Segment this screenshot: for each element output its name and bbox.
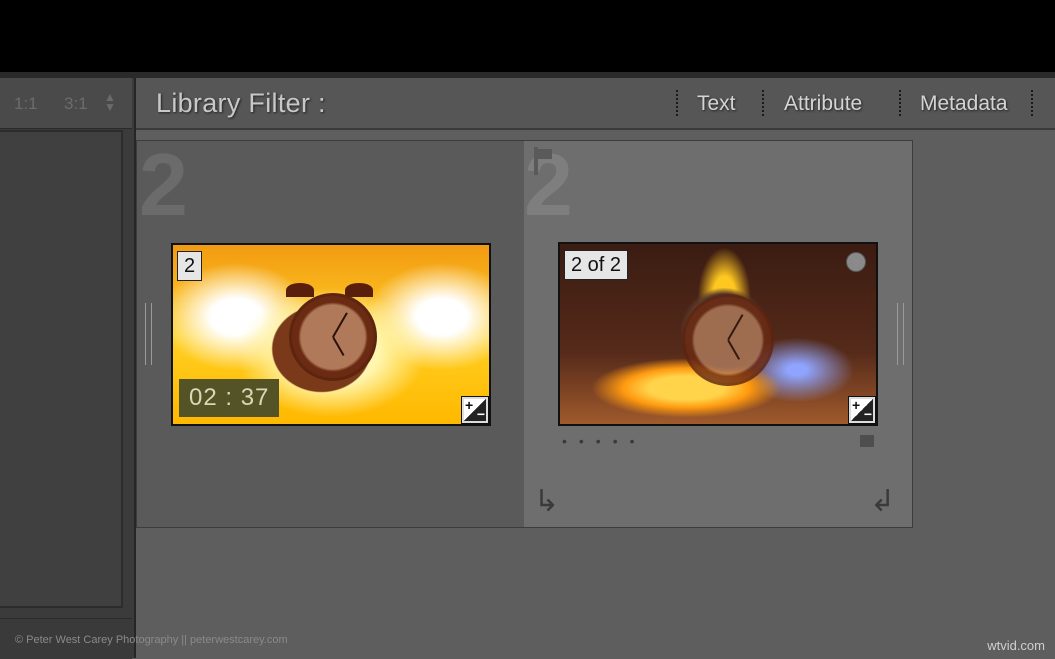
separator <box>1031 90 1035 116</box>
separator <box>762 90 766 116</box>
updown-arrows-icon[interactable]: ▲ ▼ <box>104 91 116 113</box>
cell-index-number: 2 <box>139 135 188 234</box>
filter-metadata-button[interactable]: Metadata <box>920 92 1008 116</box>
clock-bell <box>286 283 314 297</box>
window-top-bar <box>0 0 1055 72</box>
alarm-clock <box>289 293 377 381</box>
left-panel: 1:1 3:1 ▲ ▼ <box>0 78 136 659</box>
zoom-option-3-1[interactable]: 3:1 <box>64 94 88 114</box>
clock-bell <box>345 283 373 297</box>
flag-icon[interactable] <box>534 147 556 175</box>
grid-cell-selected[interactable]: 2 2 of 2 + − ••••• ↳ ↲ <box>524 141 912 527</box>
separator <box>676 90 680 116</box>
filter-text-button[interactable]: Text <box>697 92 736 116</box>
quick-collection-icon[interactable] <box>846 252 866 272</box>
library-filter-bar: Library Filter : Text Attribute Metadata <box>136 78 1055 130</box>
alarm-clock <box>682 294 774 386</box>
stack-count-badge[interactable]: 2 <box>177 251 203 281</box>
copyright-credit: © Peter West Carey Photography || peterw… <box>15 634 288 646</box>
thumbnail-grid: 2 2 02 : 37 + − 2 2 of 2 + − ••••• ↳ ↲ <box>136 140 913 528</box>
resize-handle-left[interactable] <box>145 303 152 365</box>
adjustment-icon[interactable]: + − <box>461 396 489 424</box>
adjustment-icon[interactable]: + − <box>848 396 876 424</box>
rotate-left-icon[interactable]: ↳ <box>534 487 559 517</box>
filter-attribute-button[interactable]: Attribute <box>784 92 862 116</box>
resize-handle-right[interactable] <box>897 303 904 365</box>
separator <box>899 90 903 116</box>
rotate-right-icon[interactable]: ↲ <box>870 487 895 517</box>
stack-count-badge[interactable]: 2 of 2 <box>564 250 629 280</box>
library-filter-title: Library Filter : <box>156 88 326 118</box>
video-thumbnail[interactable]: 2 02 : 37 + − <box>171 243 491 426</box>
watermark: wtvid.com <box>987 638 1045 653</box>
video-duration: 02 : 37 <box>179 379 280 417</box>
rating-dots[interactable]: ••••• <box>562 433 647 449</box>
zoom-row: 1:1 3:1 ▲ ▼ <box>0 78 132 129</box>
photo-thumbnail[interactable]: 2 of 2 + − <box>558 242 878 426</box>
grid-cell[interactable]: 2 2 02 : 37 + − <box>137 141 524 527</box>
zoom-option-1-1[interactable]: 1:1 <box>14 94 38 114</box>
color-label-icon[interactable] <box>860 435 874 447</box>
navigator-preview <box>0 130 123 608</box>
